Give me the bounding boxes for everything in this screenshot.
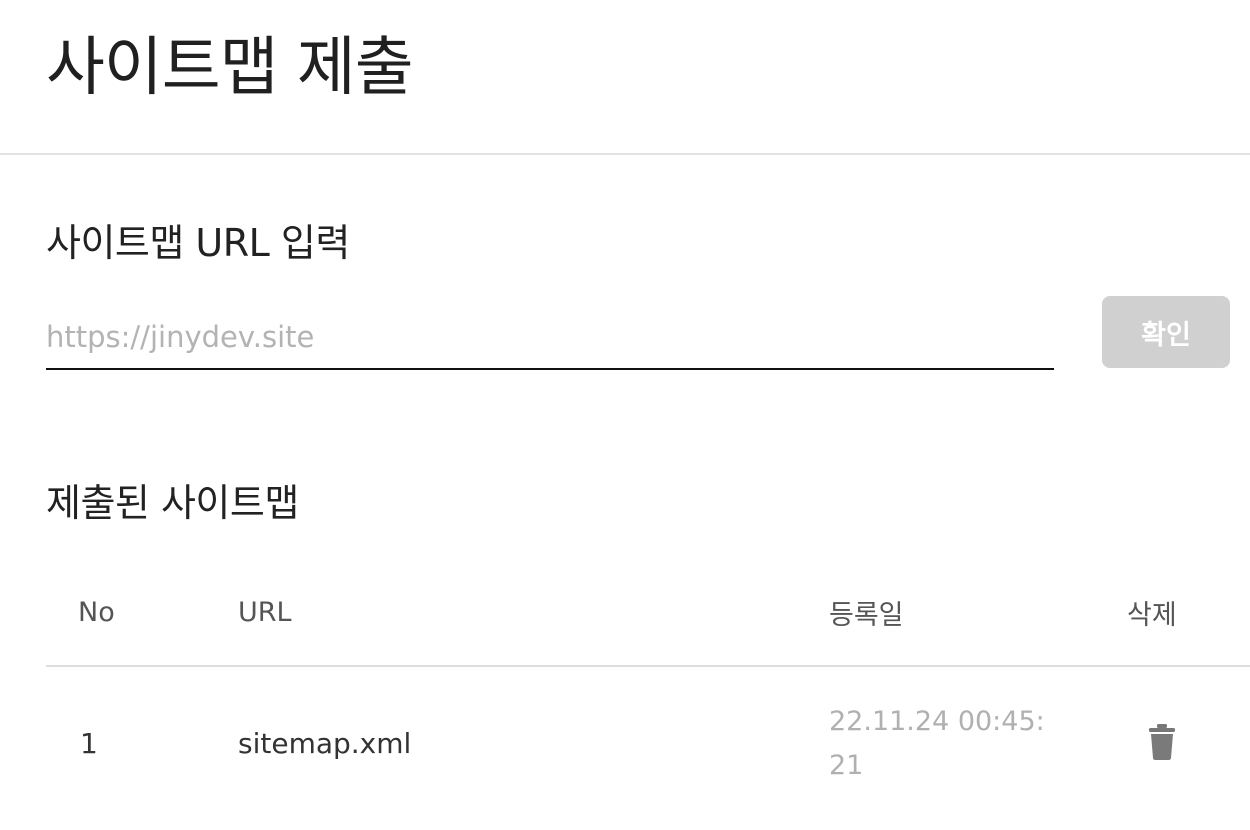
column-header-no: No: [78, 597, 115, 628]
registration-date-text: 22.11.24 00:45:21: [829, 705, 1045, 781]
submitted-sitemaps-title: 제출된 사이트맵: [46, 481, 299, 525]
page-title: 사이트맵 제출: [46, 31, 414, 105]
sitemap-url-input[interactable]: [46, 306, 1054, 370]
column-header-url: URL: [238, 597, 292, 628]
confirm-button[interactable]: 확인: [1102, 296, 1230, 368]
row-number: 1: [80, 727, 98, 760]
column-header-date: 등록일: [829, 600, 904, 631]
table-row: 1 sitemap.xml 22.11.24 00:45:21: [46, 666, 1250, 820]
trash-icon: [1149, 723, 1175, 760]
sitemap-url: sitemap.xml: [238, 727, 412, 760]
delete-cell: [1127, 666, 1250, 820]
registration-date: 22.11.24 00:45:21: [829, 666, 1127, 820]
table-body: 1 sitemap.xml 22.11.24 00:45:21: [46, 666, 1250, 820]
sitemap-submit-page: 사이트맵 제출 사이트맵 URL 입력 확인 제출된 사이트맵 No URL 등…: [0, 0, 1250, 830]
column-header-delete: 삭제: [1127, 600, 1177, 631]
delete-button[interactable]: [1147, 723, 1177, 760]
table-header: No URL 등록일 삭제: [46, 560, 1250, 666]
submitted-sitemaps-table: No URL 등록일 삭제 1 sitemap.xml 22.11.24 00:…: [46, 560, 1250, 820]
table-header-row: No URL 등록일 삭제: [46, 560, 1250, 666]
sitemap-url-title: 사이트맵 URL 입력: [46, 221, 350, 265]
page-header: 사이트맵 제출: [0, 0, 1250, 155]
